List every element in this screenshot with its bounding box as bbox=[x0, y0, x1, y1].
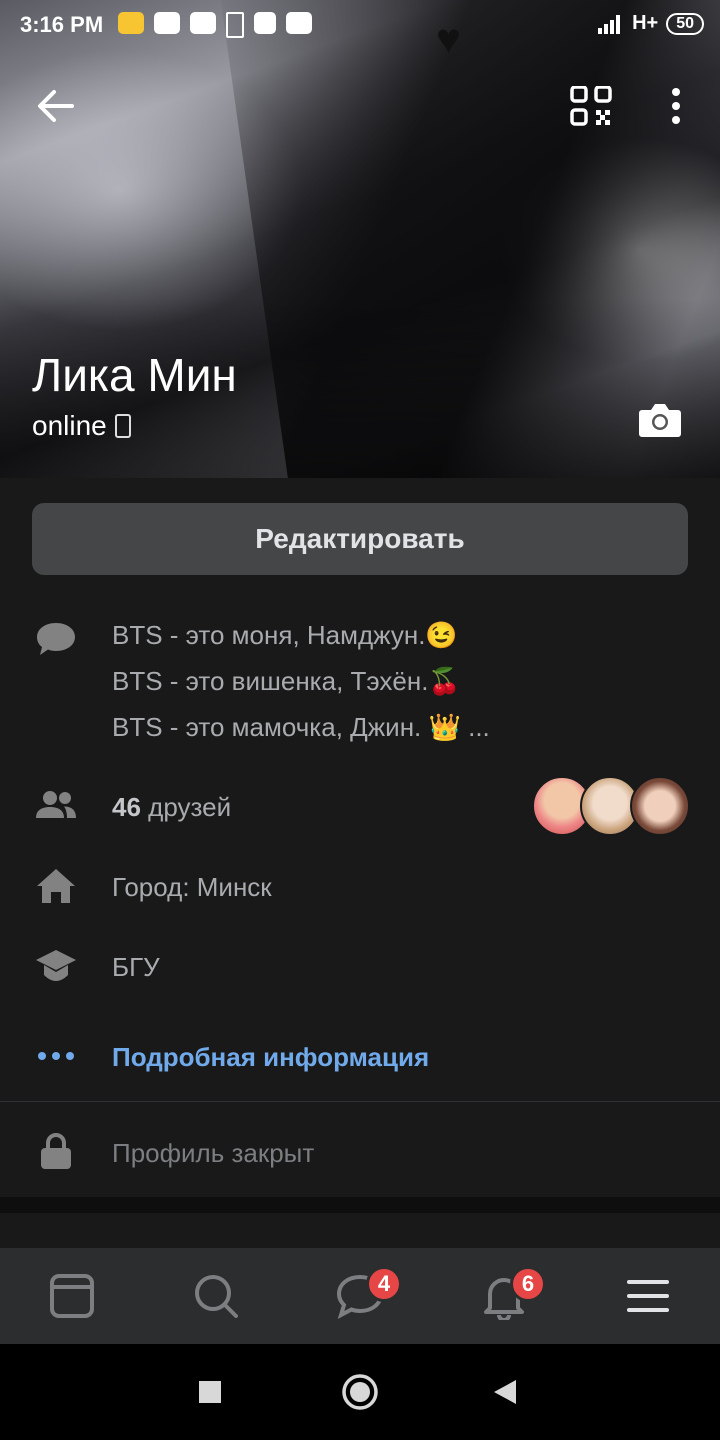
more-info-row[interactable]: Подробная информация bbox=[0, 1032, 720, 1082]
education-row: БГУ bbox=[0, 942, 720, 992]
friends-avatars[interactable] bbox=[532, 776, 692, 836]
divider bbox=[0, 1101, 720, 1102]
home-button-icon[interactable] bbox=[340, 1372, 380, 1412]
tab-menu-icon[interactable] bbox=[624, 1272, 672, 1320]
battery-icon: 50 bbox=[666, 12, 704, 35]
more-horizontal-icon bbox=[38, 1052, 74, 1060]
edit-profile-button[interactable]: Редактировать bbox=[32, 503, 688, 575]
home-icon bbox=[37, 869, 75, 903]
system-navigation-bar bbox=[0, 1344, 720, 1440]
about-line: BTS - это мамочка, Джин. 👑 ... bbox=[112, 712, 490, 742]
about-section: BTS - это моня, Намджун.😉 BTS - это више… bbox=[0, 610, 720, 750]
privacy-label: Профиль закрыт bbox=[112, 1138, 315, 1168]
friends-icon bbox=[36, 791, 76, 818]
tab-news-icon[interactable] bbox=[48, 1272, 96, 1320]
about-line: BTS - это вишенка, Тэхён.🍒 bbox=[112, 666, 461, 696]
youtube-icon bbox=[190, 12, 216, 34]
friends-word: друзей bbox=[140, 792, 232, 822]
system-indicators: H+ 50 bbox=[598, 12, 704, 35]
graduation-cap-icon bbox=[36, 950, 76, 981]
privacy-row: Профиль закрыт bbox=[0, 1128, 720, 1178]
online-status-label: online bbox=[32, 410, 107, 441]
more-info-link[interactable]: Подробная информация bbox=[112, 1042, 429, 1073]
app-icon bbox=[118, 12, 144, 34]
about-line: BTS - это моня, Намджун.😉 bbox=[112, 620, 458, 650]
back-button-icon[interactable] bbox=[492, 1378, 518, 1406]
heart-icon: ♥ bbox=[436, 15, 461, 62]
friends-label: 46 друзей bbox=[112, 792, 231, 823]
youtube-icon bbox=[154, 12, 180, 34]
mobile-icon bbox=[114, 414, 131, 438]
notification-icons bbox=[118, 12, 312, 38]
sim-icon bbox=[226, 12, 244, 38]
lock-icon bbox=[41, 1133, 71, 1169]
friends-count: 46 bbox=[112, 792, 141, 822]
qr-code-icon[interactable] bbox=[570, 86, 614, 126]
status-time: 3:16 PM bbox=[20, 12, 104, 37]
more-vertical-icon[interactable] bbox=[664, 86, 688, 126]
alert-icon bbox=[254, 12, 276, 34]
youtube-icon bbox=[286, 12, 312, 34]
speech-bubble-icon bbox=[37, 623, 75, 655]
network-type: H+ bbox=[632, 12, 659, 34]
city-label: Город: Минск bbox=[112, 872, 272, 902]
bottom-tab-bar: 4 6 bbox=[0, 1248, 720, 1344]
profile-cover[interactable] bbox=[0, 0, 720, 478]
recent-apps-icon[interactable] bbox=[198, 1380, 222, 1404]
messages-badge: 4 bbox=[366, 1266, 402, 1302]
camera-icon[interactable] bbox=[638, 402, 682, 438]
online-status: online bbox=[32, 410, 131, 442]
tab-search-icon[interactable] bbox=[192, 1272, 240, 1320]
section-separator bbox=[0, 1197, 720, 1213]
status-bar: 3:16 PM H+ 50 bbox=[0, 0, 720, 52]
notifications-badge: 6 bbox=[510, 1266, 546, 1302]
education-label: БГУ bbox=[112, 952, 160, 982]
signal-icon bbox=[598, 14, 621, 34]
city-row: Город: Минск bbox=[0, 862, 720, 912]
avatar bbox=[630, 776, 690, 836]
back-arrow-icon[interactable] bbox=[36, 86, 76, 126]
profile-name: Лика Мин bbox=[32, 349, 237, 401]
